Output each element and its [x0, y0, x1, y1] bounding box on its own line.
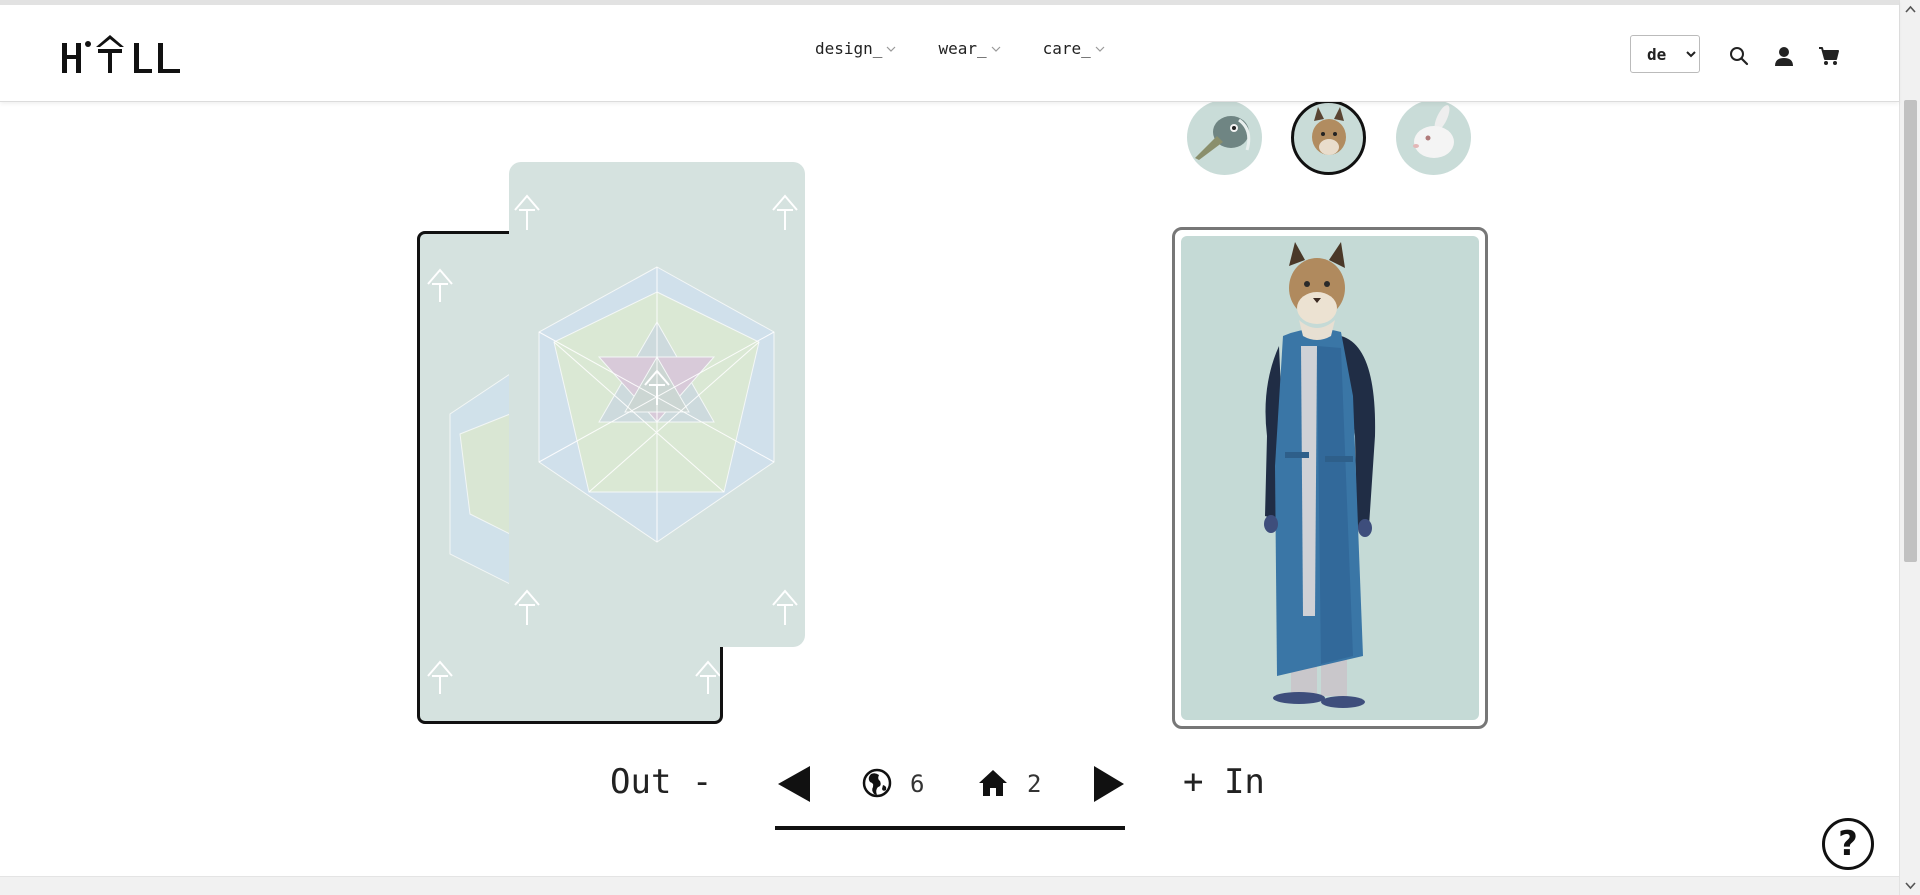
control-underline: [775, 826, 1125, 830]
scroll-down-icon[interactable]: [1905, 880, 1916, 891]
bottom-strip: [0, 876, 1899, 895]
previous-arrow-icon[interactable]: [776, 764, 810, 804]
next-arrow-icon[interactable]: [1092, 764, 1126, 804]
scrollbar-thumb[interactable]: [1904, 100, 1917, 562]
site-logo[interactable]: [60, 33, 184, 79]
chevron-down-icon: [1095, 46, 1105, 52]
globe-count: 6: [910, 770, 925, 798]
thumb-bird[interactable]: [1187, 100, 1262, 175]
zoom-in-button[interactable]: + In: [1183, 762, 1265, 802]
globe-icon: [862, 768, 892, 798]
search-icon[interactable]: [1728, 45, 1750, 67]
page-scrollbar[interactable]: [1899, 0, 1920, 895]
page: design_ wear_ care_ de Out - 6 2 + In ?: [0, 0, 1920, 895]
thumb-rabbit[interactable]: [1396, 100, 1471, 175]
home-count: 2: [1027, 770, 1042, 798]
lynx-head-image: [1312, 107, 1346, 155]
nav-design[interactable]: design_: [815, 39, 896, 58]
chevron-down-icon: [887, 46, 896, 52]
zoom-out-button[interactable]: Out -: [610, 762, 712, 802]
site-header: design_ wear_ care_ de: [0, 0, 1899, 102]
user-icon[interactable]: [1773, 45, 1795, 67]
help-button[interactable]: ?: [1822, 818, 1874, 870]
lynx-character-image: [1264, 242, 1376, 708]
cart-icon[interactable]: [1818, 45, 1840, 67]
nav-design-label: design_: [815, 39, 883, 58]
character-preview[interactable]: [1172, 227, 1488, 729]
nav-wear[interactable]: wear_: [938, 39, 1001, 58]
home-icon: [979, 770, 1007, 796]
preview-background: [1181, 236, 1479, 720]
card-front-artwork: [514, 194, 798, 625]
bird-head-image: [1195, 116, 1251, 160]
chevron-down-icon: [991, 46, 1001, 52]
nav-care-label: care_: [1042, 39, 1091, 58]
scroll-up-icon[interactable]: [1905, 4, 1916, 15]
card-front[interactable]: [509, 162, 805, 647]
rabbit-head-image: [1413, 105, 1454, 158]
main-nav: design_ wear_ care_: [815, 39, 1105, 58]
language-select[interactable]: de: [1630, 35, 1700, 73]
nav-wear-label: wear_: [938, 39, 987, 58]
thumb-lynx[interactable]: [1291, 100, 1366, 175]
nav-care[interactable]: care_: [1043, 39, 1105, 58]
